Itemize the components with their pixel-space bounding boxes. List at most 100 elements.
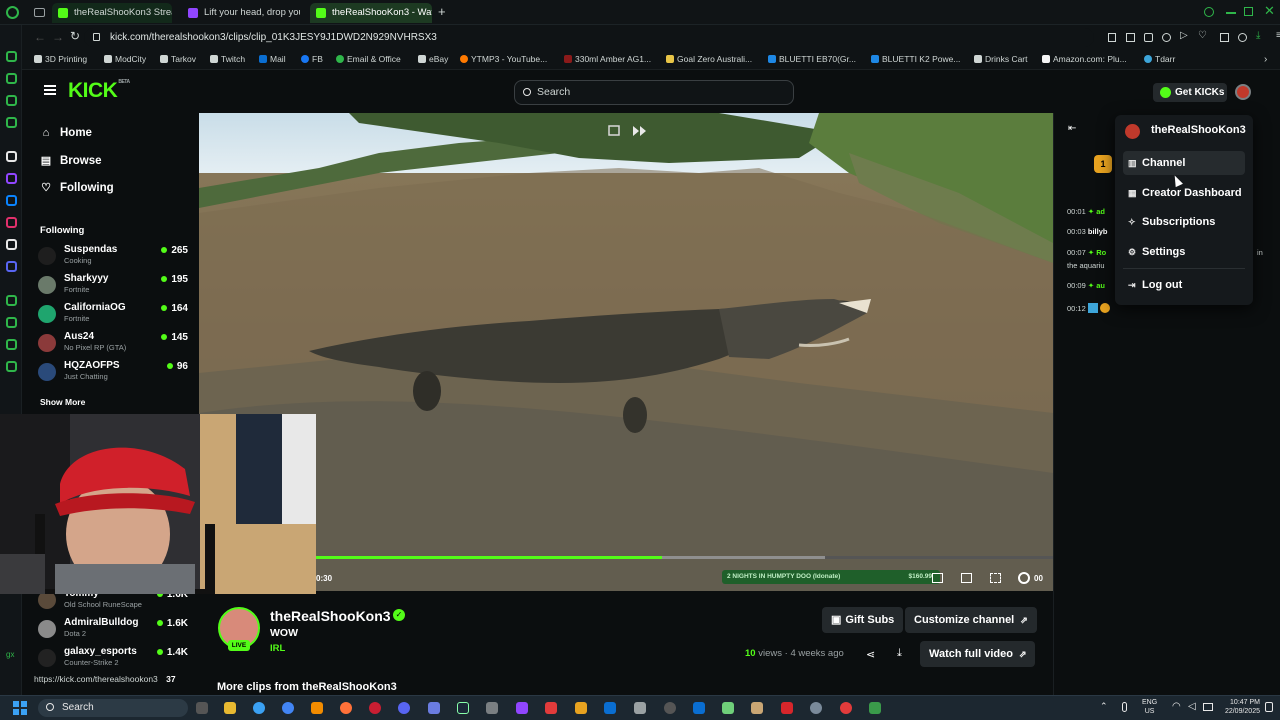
settings-icon[interactable] — [810, 702, 822, 714]
menu-icon[interactable]: ≡ — [1276, 30, 1280, 41]
category-link[interactable]: IRL — [270, 643, 285, 654]
language-indicator[interactable]: ENG US — [1142, 698, 1157, 716]
customize-channel-button[interactable]: Customize channel ⇗ — [905, 607, 1037, 633]
menu-item-channel[interactable]: ▥ Channel — [1123, 151, 1245, 175]
clock-icon[interactable] — [6, 317, 17, 328]
acrobat-icon[interactable] — [781, 702, 793, 714]
bookmark-item[interactable]: 3D Printing — [34, 54, 87, 64]
bookmark-item[interactable]: 330ml Amber AG1... — [564, 54, 651, 64]
chrome-icon[interactable] — [282, 702, 294, 714]
firefox-icon[interactable] — [340, 702, 352, 714]
following-item[interactable]: HQZAOFPS Just Chatting 96 — [38, 360, 188, 384]
maximize-icon[interactable] — [1244, 7, 1253, 16]
browser-logo-icon[interactable] — [6, 6, 19, 19]
forward-icon[interactable]: → — [52, 30, 64, 44]
theater-mode-icon[interactable] — [932, 573, 943, 583]
menu-item-settings[interactable]: ⚙ Settings — [1123, 240, 1245, 264]
following-item[interactable]: CaliforniaOG Fortnite 164 — [38, 302, 188, 326]
messenger-app-icon[interactable] — [6, 195, 17, 206]
bookmark-item[interactable]: BLUETTI EB70(Gr... — [768, 54, 856, 64]
camera-icon[interactable] — [1144, 33, 1153, 42]
pin-icon[interactable] — [1108, 33, 1116, 42]
steam-icon[interactable] — [457, 702, 469, 714]
panel-toggle-icon[interactable]: gx — [6, 650, 14, 659]
bookmarks-icon[interactable] — [6, 73, 17, 84]
instagram-app-icon[interactable] — [6, 217, 17, 228]
bookmark-item[interactable]: Mail — [259, 54, 286, 64]
app-icon[interactable] — [751, 702, 763, 714]
app-icon[interactable] — [693, 702, 705, 714]
bookmark-item[interactable]: Tarkov — [160, 54, 196, 64]
bookmark-item[interactable]: Drinks Cart — [974, 54, 1028, 64]
bookmarks-overflow-icon[interactable]: › — [1264, 54, 1267, 65]
user-avatar[interactable] — [1235, 84, 1251, 100]
microphone-icon[interactable] — [1122, 702, 1127, 712]
bookmark-item[interactable]: eBay — [418, 54, 448, 64]
menu-item-subscriptions[interactable]: ✧ Subscriptions — [1123, 210, 1245, 234]
volume-icon[interactable]: ◁ — [1188, 701, 1196, 712]
downloads-icon[interactable] — [6, 95, 17, 106]
history-icon[interactable] — [6, 295, 17, 306]
vlc-icon[interactable] — [311, 702, 323, 714]
channel-name[interactable]: theRealShooKon3 — [270, 608, 391, 624]
app-icon[interactable] — [253, 702, 265, 714]
screenshot-icon[interactable] — [1126, 33, 1135, 42]
x-app-icon[interactable] — [6, 239, 17, 250]
bookmark-item[interactable]: ModCity — [104, 54, 146, 64]
taskbar-search[interactable]: Search — [38, 699, 188, 717]
browser-tab-active[interactable]: theRealShooKon3 - Watc — [310, 3, 432, 23]
twitch-app-icon[interactable] — [6, 173, 17, 184]
nav-home[interactable]: ⌂ Home — [40, 127, 92, 139]
tab-overview-icon[interactable] — [34, 8, 45, 17]
menu-item-logout[interactable]: ⇥ Log out — [1123, 273, 1245, 297]
download-icon[interactable]: ⤓ — [897, 647, 902, 660]
browser-tab[interactable]: theRealShooKon3 Stream — [52, 3, 172, 23]
discord-icon[interactable] — [398, 702, 410, 714]
download-icon[interactable]: ⤓ — [1256, 30, 1260, 41]
app-icon[interactable] — [516, 702, 528, 714]
clock[interactable]: 10:47 PM 22/09/2025 — [1220, 698, 1260, 716]
battery-icon[interactable] — [1203, 703, 1213, 711]
bookmark-item[interactable]: Amazon.com: Plu... — [1042, 54, 1127, 64]
pip-icon[interactable] — [961, 573, 972, 583]
leaderboard-badge[interactable]: 1 — [1094, 155, 1112, 173]
following-item[interactable]: Sharkyyy Fortnite 195 — [38, 273, 188, 297]
app-icon[interactable] — [840, 702, 852, 714]
bookmark-item[interactable]: Tdarr — [1144, 54, 1175, 64]
nav-browse[interactable]: ▤ Browse — [40, 154, 102, 167]
url-field[interactable]: kick.com/therealshookon3/clips/clip_01K3… — [84, 28, 1094, 47]
outlook-icon[interactable] — [604, 702, 616, 714]
notifications-icon[interactable] — [1265, 702, 1273, 712]
settings-icon[interactable] — [6, 361, 17, 372]
browser-tab[interactable]: Lift your head, drop your — [182, 3, 300, 23]
following-item[interactable]: Suspendas Cooking 265 — [38, 244, 188, 268]
taskview-icon[interactable] — [196, 702, 208, 714]
video-player[interactable] — [199, 113, 1053, 591]
app-icon[interactable] — [428, 702, 440, 714]
reading-icon[interactable] — [6, 339, 17, 350]
recommended-item[interactable]: AdmiralBulldog Dota 2 1.6K — [38, 617, 188, 641]
extensions-icon[interactable] — [1220, 33, 1229, 42]
collapse-chat-icon[interactable]: ⇤ — [1068, 123, 1076, 134]
snapshot-icon[interactable] — [1162, 33, 1171, 42]
close-window-icon[interactable]: ✕ — [1264, 3, 1275, 19]
gift-subs-button[interactable]: ▣ Gift Subs — [822, 607, 904, 633]
kick-logo[interactable]: KICKBETA — [68, 79, 130, 103]
menu-item-creator-dashboard[interactable]: ▦ Creator Dashboard — [1123, 181, 1245, 205]
search-input[interactable]: Search — [514, 80, 794, 105]
reload-icon[interactable]: ↻ — [70, 29, 80, 43]
fullscreen-icon[interactable] — [990, 573, 1001, 583]
seek-bar[interactable] — [316, 556, 1053, 559]
bookmark-item[interactable]: FB — [301, 54, 323, 64]
heart-icon[interactable]: ♡ — [1198, 30, 1207, 41]
tray-chevron-icon[interactable]: ⌃ — [1100, 701, 1108, 712]
discord-app-icon[interactable] — [6, 261, 17, 272]
app-icon[interactable] — [486, 702, 498, 714]
kick-app-icon[interactable] — [6, 151, 17, 162]
app-icon[interactable] — [634, 702, 646, 714]
file-explorer-icon[interactable] — [224, 702, 236, 714]
play-icon[interactable]: ▷ — [1180, 30, 1188, 41]
back-icon[interactable]: ← — [34, 30, 46, 44]
dropdown-username[interactable]: theRealShooKon3 — [1151, 124, 1246, 136]
wifi-icon[interactable]: ◠ — [1172, 701, 1181, 712]
